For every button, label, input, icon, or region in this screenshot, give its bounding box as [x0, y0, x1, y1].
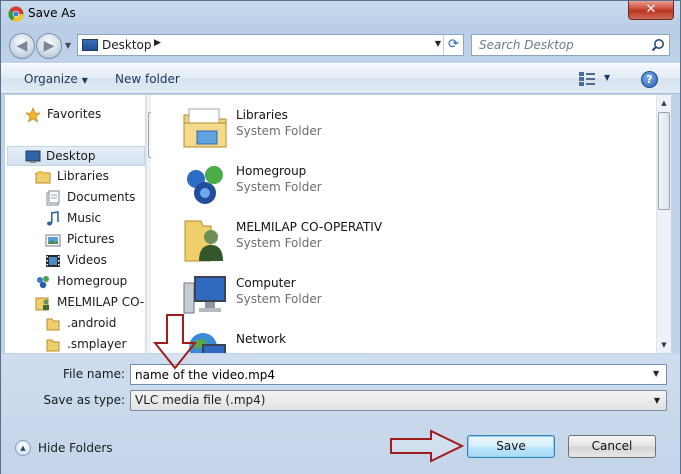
breadcrumb-chevron-icon[interactable]: ▶	[154, 38, 161, 48]
save-button[interactable]: Save	[467, 435, 555, 458]
organize-menu[interactable]: Organize ▼	[24, 72, 88, 86]
nav-label: Documents	[67, 190, 136, 204]
scroll-up-arrow-icon[interactable]: ▲	[657, 95, 671, 111]
address-dropdown-icon[interactable]: ▼	[435, 39, 441, 48]
file-item-user-folder[interactable]: MELMILAP CO-OPERATIV System Folder	[181, 213, 621, 265]
file-list: Libraries System Folder Homegroup System…	[151, 95, 656, 353]
file-item-computer[interactable]: Computer System Folder	[181, 269, 621, 321]
nav-label: .smplayer	[67, 337, 127, 351]
homegroup-icon	[187, 166, 223, 204]
new-folder-button[interactable]: New folder	[115, 72, 180, 86]
file-type: System Folder	[236, 124, 322, 138]
nav-label: .android	[67, 316, 117, 330]
organize-label: Organize	[24, 72, 78, 86]
documents-icon	[46, 190, 60, 206]
music-icon	[47, 211, 59, 226]
file-item-libraries[interactable]: Libraries System Folder	[181, 101, 621, 153]
homegroup-icon	[37, 276, 49, 289]
nav-label: Music	[67, 211, 102, 225]
window-title: Save As	[28, 6, 76, 20]
file-type: System Folder	[236, 236, 322, 250]
file-name-dropdown-icon[interactable]: ▼	[653, 369, 659, 378]
save-form: File name: ▼ Save as type: VLC media fil…	[1, 354, 680, 474]
desktop-icon	[82, 39, 98, 51]
nav-label: Favorites	[47, 107, 102, 121]
save-as-dialog: Save As ✕ ◀ ▶ ▼ Desktop ▶ ▼ ⟳ Search Des…	[0, 0, 681, 474]
forward-button[interactable]: ▶	[36, 33, 62, 59]
address-bar[interactable]: Desktop ▶ ▼ ⟳	[77, 34, 464, 56]
save-as-type-label: Save as type:	[43, 393, 125, 407]
network-icon	[189, 333, 226, 353]
file-list-scrollbar[interactable]: ▲ ▼	[656, 95, 671, 353]
file-item-homegroup[interactable]: Homegroup System Folder	[181, 157, 621, 209]
file-name: Computer	[236, 276, 296, 290]
close-icon: ✕	[645, 2, 657, 17]
star-icon	[25, 107, 41, 123]
view-options-icon[interactable]	[579, 72, 595, 86]
nav-label: Desktop	[46, 149, 96, 163]
folder-icon	[46, 318, 60, 331]
title-bar[interactable]: Save As ✕	[1, 1, 680, 27]
user-folder-icon	[184, 220, 223, 262]
file-name: Network	[236, 332, 287, 346]
file-item-network[interactable]: Network	[181, 325, 621, 353]
organize-caret-icon: ▼	[81, 76, 88, 85]
file-type: System Folder	[236, 180, 322, 194]
desktop-icon	[25, 150, 41, 163]
chevron-up-icon: ▲	[15, 440, 31, 456]
nav-label: Homegroup	[57, 274, 128, 288]
refresh-icon[interactable]: ⟳	[443, 35, 463, 55]
folder-icon	[46, 339, 60, 352]
navigation-pane: Favorites Desktop Libraries Documents Mu…	[5, 95, 146, 353]
search-placeholder[interactable]: Search Desktop	[479, 38, 574, 52]
view-dropdown-icon[interactable]: ▼	[604, 73, 610, 82]
save-as-type-value: VLC media file (.mp4)	[135, 393, 266, 407]
breadcrumb-desktop[interactable]: Desktop	[102, 38, 152, 52]
pictures-icon	[45, 234, 61, 247]
videos-icon	[46, 255, 60, 267]
computer-icon	[183, 276, 226, 314]
search-box[interactable]: Search Desktop	[471, 34, 670, 56]
user-folder-icon	[35, 297, 49, 311]
scroll-down-arrow-icon[interactable]: ▼	[657, 337, 671, 353]
save-as-type-select[interactable]: VLC media file (.mp4) ▼	[130, 390, 667, 411]
search-icon[interactable]	[651, 38, 665, 52]
back-arrow-icon: ◀	[16, 38, 28, 54]
chrome-icon	[8, 6, 24, 22]
file-type: System Folder	[236, 292, 322, 306]
file-name: Homegroup	[236, 164, 307, 178]
file-name: MELMILAP CO-OPERATIV	[236, 220, 383, 234]
file-name-field[interactable]	[130, 364, 667, 385]
libraries-icon	[35, 171, 51, 184]
libraries-icon	[183, 108, 227, 148]
nav-label: Pictures	[67, 232, 115, 246]
nav-label: MELMILAP CO-O	[57, 295, 146, 309]
help-icon[interactable]: ?	[641, 71, 658, 88]
nav-label: Libraries	[57, 169, 109, 183]
cancel-button[interactable]: Cancel	[568, 435, 656, 458]
close-button[interactable]: ✕	[628, 1, 674, 20]
scrollbar-thumb[interactable]	[658, 112, 670, 210]
file-name: Libraries	[236, 108, 288, 122]
hide-folders-label: Hide Folders	[38, 441, 113, 455]
back-button[interactable]: ◀	[9, 33, 35, 59]
command-toolbar: Organize ▼ New folder ▼ ?	[1, 63, 680, 94]
recent-pages-dropdown-icon[interactable]: ▼	[65, 41, 75, 51]
nav-label: Videos	[67, 253, 107, 267]
file-name-label: File name:	[63, 367, 125, 381]
chevron-down-icon: ▼	[653, 396, 660, 405]
nav-item-desktop[interactable]: Desktop	[7, 146, 145, 166]
forward-arrow-icon: ▶	[43, 38, 55, 54]
